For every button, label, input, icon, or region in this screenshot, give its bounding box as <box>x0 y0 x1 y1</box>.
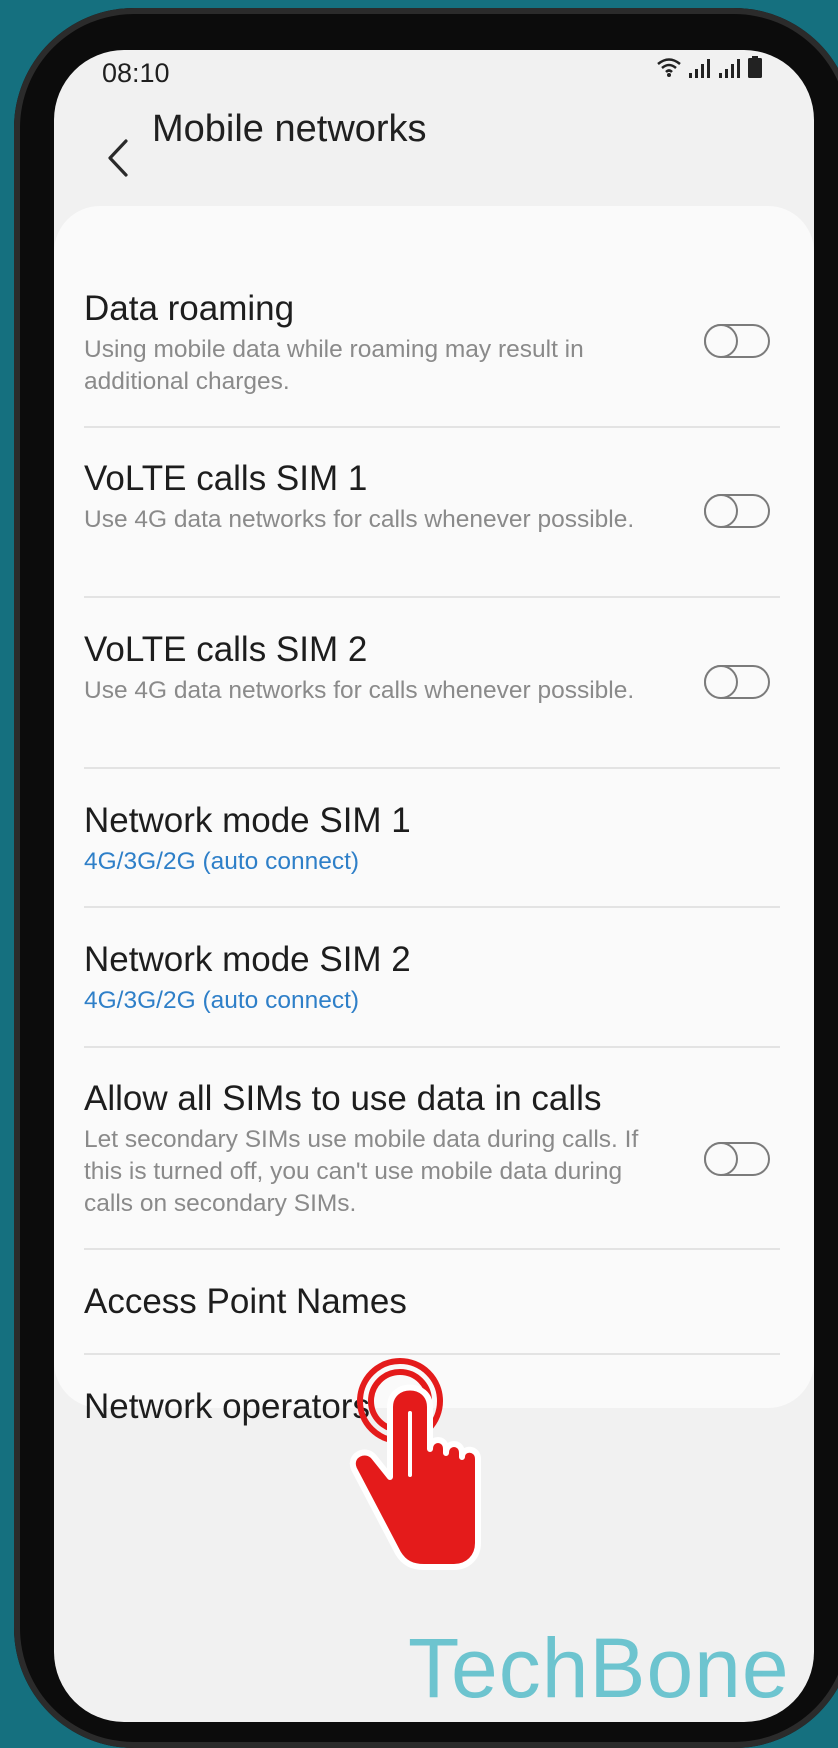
signal-sim1-icon <box>689 59 710 78</box>
status-icons <box>656 56 762 78</box>
setting-volte-sim1[interactable]: VoLTE calls SIM 1 Use 4G data networks f… <box>84 458 780 536</box>
setting-network-mode-sim1[interactable]: Network mode SIM 1 4G/3G/2G (auto connec… <box>84 800 780 878</box>
divider <box>84 1353 780 1355</box>
divider <box>84 596 780 598</box>
data-in-calls-toggle[interactable] <box>703 1141 770 1176</box>
divider <box>84 426 780 428</box>
setting-title: VoLTE calls SIM 1 <box>84 459 368 498</box>
wifi-icon <box>657 58 681 77</box>
setting-subtitle: Let secondary SIMs use mobile data durin… <box>84 1126 639 1217</box>
setting-title: Allow all SIMs to use data in calls <box>84 1079 602 1118</box>
chevron-left-icon <box>108 139 128 177</box>
setting-title: VoLTE calls SIM 2 <box>84 630 368 669</box>
status-time: 08:10 <box>102 58 170 88</box>
setting-subtitle: Use 4G data networks for calls whenever … <box>84 506 635 533</box>
battery-icon <box>748 56 762 78</box>
toggle-knob <box>703 664 738 699</box>
setting-subtitle: Use 4G data networks for calls whenever … <box>84 677 635 704</box>
setting-value: 4G/3G/2G (auto connect) <box>84 848 360 875</box>
setting-access-point-names[interactable]: Access Point Names <box>84 1281 780 1323</box>
signal-sim2-icon <box>719 59 740 78</box>
setting-title: Data roaming <box>84 289 295 328</box>
tap-hand-icon <box>349 1358 481 1570</box>
divider <box>84 906 780 908</box>
divider <box>84 1046 780 1048</box>
setting-title: Access Point Names <box>84 1282 407 1321</box>
setting-title: Network mode SIM 2 <box>84 940 411 979</box>
back-button[interactable] <box>90 130 146 186</box>
settings-list: Data roaming Using mobile data while roa… <box>54 206 814 1426</box>
setting-data-roaming[interactable]: Data roaming Using mobile data while roa… <box>84 288 780 398</box>
data-roaming-toggle[interactable] <box>703 323 770 358</box>
divider <box>84 1248 780 1250</box>
toggle-knob <box>703 493 738 528</box>
volte-sim2-toggle[interactable] <box>703 664 770 699</box>
volte-sim1-toggle[interactable] <box>703 493 770 528</box>
divider <box>84 767 780 769</box>
page-title: Mobile networks <box>152 108 427 150</box>
toggle-knob <box>703 323 738 358</box>
watermark-logo: TechBone <box>408 1621 790 1715</box>
setting-subtitle: Using mobile data while roaming may resu… <box>84 336 584 395</box>
setting-data-in-calls[interactable]: Allow all SIMs to use data in calls Let … <box>84 1078 780 1220</box>
setting-network-mode-sim2[interactable]: Network mode SIM 2 4G/3G/2G (auto connec… <box>84 939 780 1017</box>
setting-value: 4G/3G/2G (auto connect) <box>84 987 360 1014</box>
setting-volte-sim2[interactable]: VoLTE calls SIM 2 Use 4G data networks f… <box>84 629 780 707</box>
toggle-knob <box>703 1141 738 1176</box>
setting-title: Network mode SIM 1 <box>84 801 411 840</box>
status-bar: 08:10 <box>54 50 814 110</box>
